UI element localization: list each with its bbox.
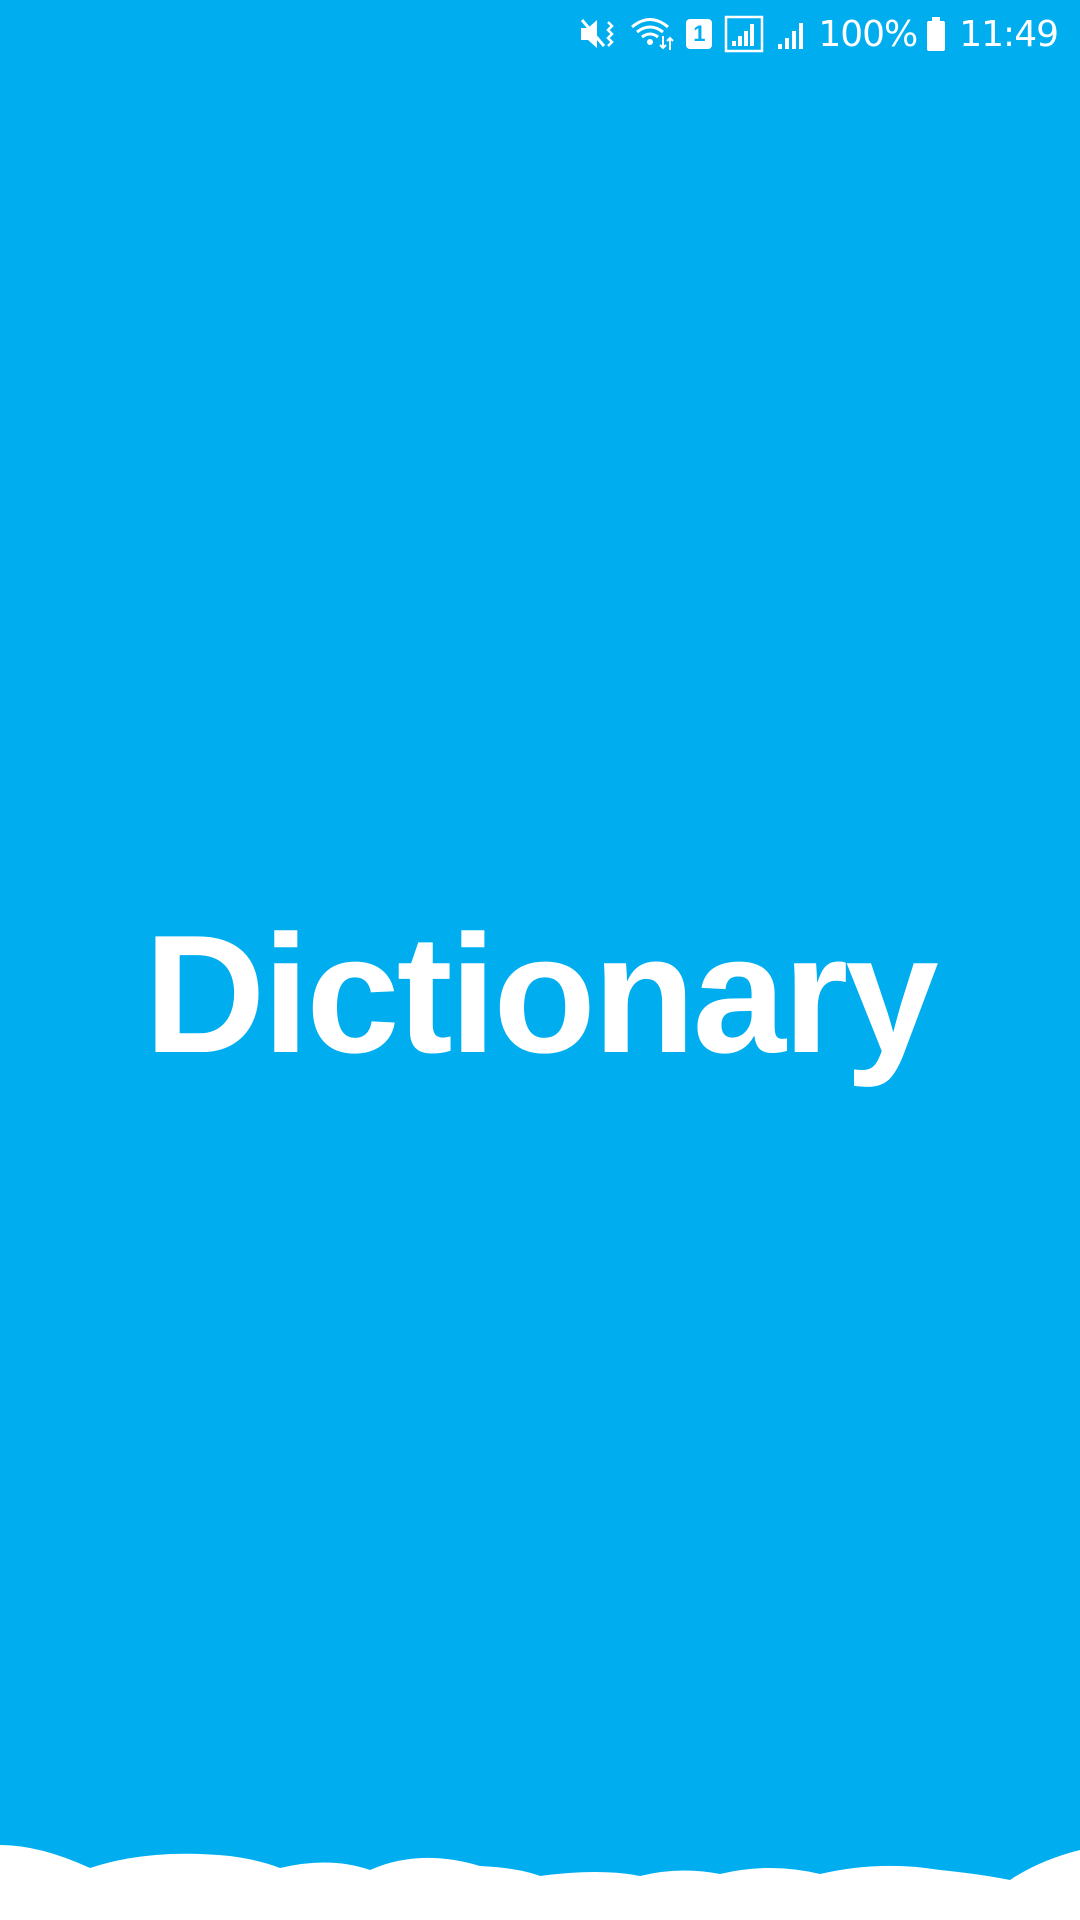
battery-percent: 100% — [818, 13, 918, 55]
splash-screen: 1 100% 11:49 Dictionary — [0, 0, 1080, 1920]
sim-1-icon: 1 — [686, 19, 713, 49]
signal-sim1-icon — [724, 15, 764, 53]
clouds-decoration — [0, 1845, 1080, 1920]
wifi-icon — [630, 16, 675, 52]
battery-icon — [925, 16, 947, 52]
app-title: Dictionary — [144, 900, 939, 1088]
signal-sim2-icon — [776, 17, 810, 51]
status-time: 11:49 — [959, 13, 1059, 55]
mute-vibrate-icon — [578, 16, 618, 52]
status-bar: 1 100% 11:49 — [0, 0, 1080, 68]
